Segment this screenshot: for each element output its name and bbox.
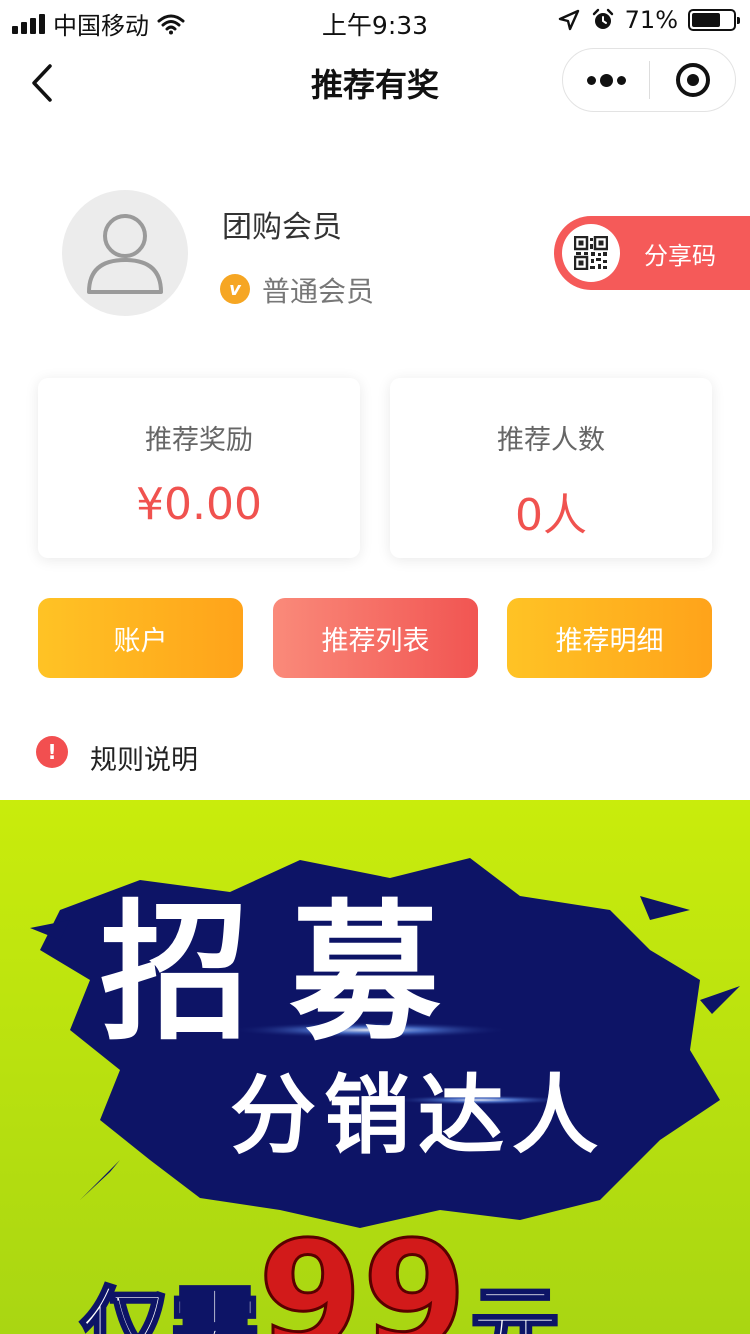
banner-subline: 分销达人	[230, 1065, 606, 1166]
alarm-icon	[592, 8, 613, 29]
referral-count-card: 推荐人数 0人	[390, 378, 712, 558]
member-level: 普通会员	[262, 275, 375, 308]
mini-program-capsule	[562, 48, 736, 112]
avatar[interactable]	[62, 190, 188, 316]
status-right: 71%	[557, 6, 740, 34]
location-arrow-icon	[558, 9, 579, 31]
reward-label: 推荐奖励	[145, 425, 253, 456]
more-dot-icon	[599, 73, 613, 87]
referral-detail-button[interactable]: 推荐明细	[507, 598, 712, 678]
more-button[interactable]	[563, 49, 649, 111]
rules-link[interactable]: 规则说明	[90, 738, 198, 777]
referral-count-value: 0人	[515, 490, 587, 541]
banner-price-prefix: 仅需	[80, 1277, 260, 1334]
share-code-label: 分享码	[644, 241, 716, 270]
banner-graphic: 招募 分销达人 仅需 99 元	[0, 800, 750, 1334]
battery-percent: 71%	[624, 6, 678, 34]
status-bar: 中国移动 上午9:33 71%	[0, 0, 750, 40]
target-icon	[675, 63, 710, 97]
battery-fill	[692, 13, 721, 27]
banner-headline: 招募	[100, 885, 480, 1061]
vip-badge-icon: v	[220, 274, 250, 304]
nav-bar: 推荐有奖	[0, 40, 750, 126]
more-dot-icon	[586, 75, 596, 85]
banner-price: 99	[258, 1210, 467, 1334]
reward-value: ¥0.00	[136, 479, 262, 530]
reward-card: 推荐奖励 ¥0.00	[38, 378, 360, 558]
account-button[interactable]: 账户	[38, 598, 243, 678]
more-dot-icon	[616, 75, 626, 85]
share-code-button[interactable]: 分享码	[554, 216, 750, 290]
close-mini-program-button[interactable]	[650, 49, 735, 111]
user-name: 团购会员	[222, 210, 342, 245]
alert-icon: !	[36, 736, 68, 768]
battery-icon	[688, 9, 740, 31]
user-placeholder-icon	[87, 214, 163, 294]
recruit-banner[interactable]: 招募 分销达人 仅需 99 元	[0, 800, 750, 1334]
referral-list-button[interactable]: 推荐列表	[273, 598, 478, 678]
qr-code-icon	[562, 224, 620, 282]
referral-count-label: 推荐人数	[497, 425, 605, 456]
banner-price-unit: 元	[470, 1277, 560, 1334]
